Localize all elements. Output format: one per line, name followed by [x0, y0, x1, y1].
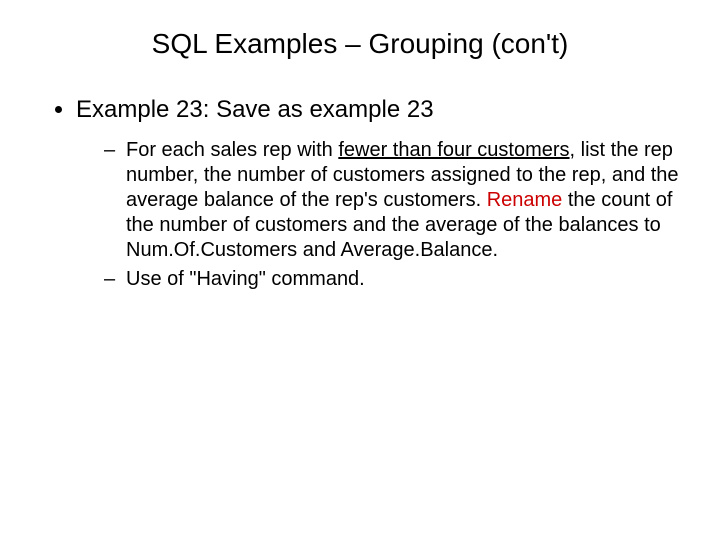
sub1-underlined: fewer than four customers — [338, 139, 569, 161]
bullet-list-level2: For each sales rep with fewer than four … — [76, 138, 680, 292]
sub2-text: Use of "Having" command. — [126, 268, 365, 290]
sub-bullet-1: For each sales rep with fewer than four … — [104, 138, 680, 263]
bullet-list-level1: Example 23: Save as example 23 For each … — [40, 96, 680, 292]
sub1-part-a: For each sales rep with — [126, 139, 338, 161]
slide: SQL Examples – Grouping (con't) Example … — [0, 0, 720, 540]
sub1-red: Rename — [487, 189, 563, 211]
sub-bullet-2: Use of "Having" command. — [104, 267, 680, 292]
bullet-item-1: Example 23: Save as example 23 For each … — [76, 96, 680, 292]
bullet-item-1-text: Example 23: Save as example 23 — [76, 96, 434, 123]
slide-title: SQL Examples – Grouping (con't) — [40, 28, 680, 60]
